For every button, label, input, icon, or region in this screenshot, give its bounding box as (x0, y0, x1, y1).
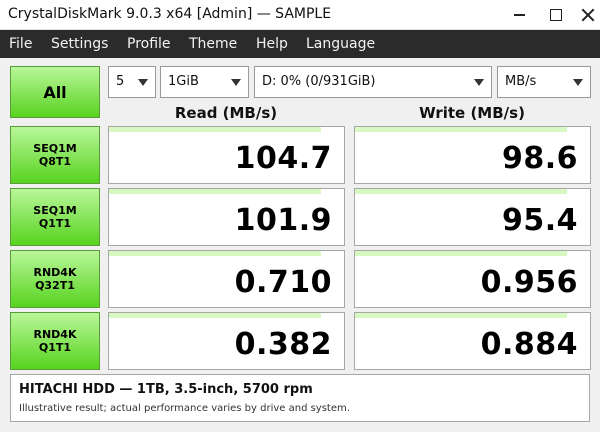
menu-help[interactable]: Help (256, 36, 288, 52)
read-value: 101.9 (234, 203, 332, 238)
chevron-down-icon (474, 79, 484, 86)
unit-value: MB/s (505, 74, 537, 89)
close-button[interactable] (575, 2, 600, 28)
test-label-line1: SEQ1M (33, 142, 77, 155)
read-value: 104.7 (234, 141, 332, 176)
test-button-seq1m-q8t1[interactable]: SEQ1M Q8T1 (10, 126, 100, 184)
test-label-line1: SEQ1M (33, 204, 77, 217)
drive-value: D: 0% (0/931GiB) (262, 74, 376, 89)
result-bar (109, 313, 321, 318)
chevron-down-icon (573, 79, 583, 86)
minimize-icon (513, 14, 525, 16)
read-value: 0.382 (234, 327, 332, 362)
menu-bar: File Settings Profile Theme Help Languag… (0, 30, 600, 58)
menu-settings[interactable]: Settings (51, 36, 108, 52)
disclaimer-note: Illustrative result; actual performance … (19, 403, 350, 414)
write-result: 95.4 (354, 188, 591, 246)
write-header: Write (MB/s) (419, 104, 525, 122)
minimize-button[interactable] (506, 2, 532, 28)
write-value: 0.956 (480, 265, 578, 300)
test-button-rnd4k-q1t1[interactable]: RND4K Q1T1 (10, 312, 100, 370)
result-bar (109, 251, 321, 256)
write-value: 0.884 (480, 327, 578, 362)
drive-description: HITACHI HDD — 1TB, 3.5-inch, 5700 rpm (19, 382, 313, 397)
menu-language[interactable]: Language (306, 36, 375, 52)
write-value: 95.4 (501, 203, 578, 238)
test-label-line2: Q1T1 (38, 217, 72, 230)
unit-select[interactable]: MB/s (497, 66, 591, 98)
test-label-line1: RND4K (33, 266, 77, 279)
drive-info-box[interactable]: HITACHI HDD — 1TB, 3.5-inch, 5700 rpm Il… (10, 374, 590, 422)
test-button-rnd4k-q32t1[interactable]: RND4K Q32T1 (10, 250, 100, 308)
menu-theme[interactable]: Theme (189, 36, 237, 52)
test-count-select[interactable]: 5 (108, 66, 156, 98)
test-size-value: 1GiB (168, 74, 199, 89)
test-label-line2: Q32T1 (35, 279, 75, 292)
read-result: 0.710 (108, 250, 345, 308)
chevron-down-icon (138, 79, 148, 86)
test-count-value: 5 (116, 74, 125, 89)
result-bar (355, 251, 567, 256)
close-icon (581, 8, 595, 22)
write-result: 0.884 (354, 312, 591, 370)
write-value: 98.6 (501, 141, 578, 176)
menu-file[interactable]: File (9, 36, 32, 52)
maximize-icon (550, 9, 562, 21)
test-label-line2: Q8T1 (38, 155, 72, 168)
result-bar (109, 189, 321, 194)
read-header: Read (MB/s) (174, 104, 278, 122)
window-title: CrystalDiskMark 9.0.3 x64 [Admin] — SAMP… (8, 6, 332, 22)
test-label-line1: RND4K (33, 328, 77, 341)
write-result: 98.6 (354, 126, 591, 184)
menu-profile[interactable]: Profile (127, 36, 171, 52)
test-button-seq1m-q1t1[interactable]: SEQ1M Q1T1 (10, 188, 100, 246)
run-all-button[interactable]: All (10, 66, 100, 118)
read-result: 104.7 (108, 126, 345, 184)
result-bar (355, 127, 567, 132)
read-result: 101.9 (108, 188, 345, 246)
test-size-select[interactable]: 1GiB (160, 66, 249, 98)
result-bar (109, 127, 321, 132)
maximize-button[interactable] (543, 2, 569, 28)
title-bar: CrystalDiskMark 9.0.3 x64 [Admin] — SAMP… (0, 0, 600, 30)
read-result: 0.382 (108, 312, 345, 370)
write-result: 0.956 (354, 250, 591, 308)
read-value: 0.710 (234, 265, 332, 300)
drive-select[interactable]: D: 0% (0/931GiB) (254, 66, 492, 98)
result-bar (355, 189, 567, 194)
result-bar (355, 313, 567, 318)
test-label-line2: Q1T1 (38, 341, 72, 354)
chevron-down-icon (231, 79, 241, 86)
